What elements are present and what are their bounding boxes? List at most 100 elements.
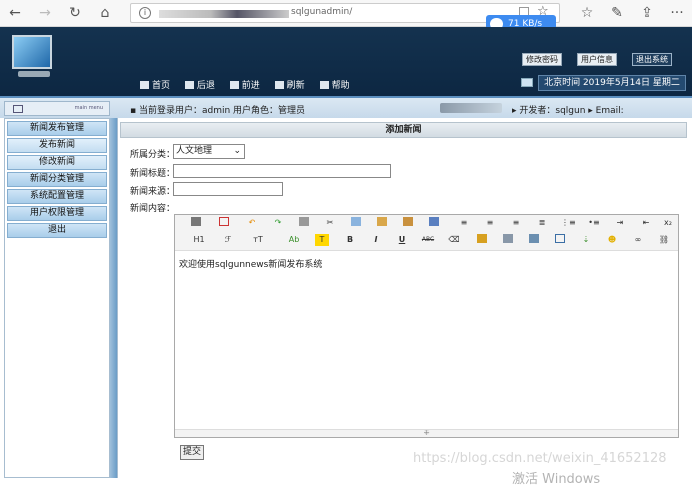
logout-label: 退出系统 bbox=[636, 55, 668, 64]
nav-refresh-label: 刷新 bbox=[286, 81, 305, 91]
sidebar-item-publish-news[interactable]: 发布新闻 bbox=[7, 138, 107, 153]
sidebar-item-category-manage[interactable]: 新闻分类管理 bbox=[7, 172, 107, 187]
forward-arrow-icon bbox=[229, 81, 239, 89]
paste-word-icon[interactable] bbox=[427, 217, 441, 229]
user-info-button[interactable]: 用户信息 bbox=[577, 53, 617, 66]
unordered-list-icon[interactable]: •≡ bbox=[587, 217, 601, 229]
align-right-icon[interactable]: ≡ bbox=[509, 217, 523, 229]
category-select[interactable]: 人文地理 ⌄ bbox=[173, 144, 245, 159]
sidebar: 新闻发布管理 发布新闻 修改新闻 新闻分类管理 系统配置管理 用户权限管理 退出 bbox=[4, 118, 110, 478]
sidebar-item-user-permission[interactable]: 用户权限管理 bbox=[7, 206, 107, 221]
highlight-icon[interactable]: T bbox=[315, 234, 329, 246]
sidebar-item-edit-news[interactable]: 修改新闻 bbox=[7, 155, 107, 170]
site-header: 修改密码 用户信息 退出系统 首页 后退 前进 刷新 帮助 北京时间 2019年… bbox=[0, 27, 692, 96]
monitor-logo-icon bbox=[12, 35, 52, 69]
more-icon[interactable]: ··· bbox=[668, 4, 686, 22]
nav-help[interactable]: 帮助 bbox=[319, 78, 350, 91]
source-input[interactable] bbox=[173, 182, 283, 196]
copy-icon[interactable] bbox=[349, 217, 363, 229]
nav-home[interactable]: 首页 bbox=[140, 78, 170, 91]
developer-text: 开发者：sqlgun bbox=[519, 106, 586, 116]
change-password-label: 修改密码 bbox=[526, 55, 558, 64]
nav-back-label: 后退 bbox=[196, 81, 215, 91]
eraser-icon[interactable]: ⌫ bbox=[447, 234, 461, 246]
fullscreen-icon[interactable] bbox=[217, 217, 231, 229]
menu-icon bbox=[13, 105, 23, 113]
form-title: 添加新闻 bbox=[120, 122, 687, 138]
nav-back[interactable]: 后退 bbox=[184, 78, 215, 91]
table-icon[interactable] bbox=[553, 234, 567, 246]
ordered-list-icon[interactable]: ⋮≡ bbox=[561, 217, 576, 229]
share-icon[interactable]: ⇪ bbox=[638, 4, 656, 22]
source-label: 新闻来源： bbox=[130, 187, 176, 197]
subscript-icon[interactable]: x₂ bbox=[661, 217, 675, 229]
submit-button[interactable]: 提交 bbox=[180, 445, 205, 460]
back-icon[interactable]: ← bbox=[6, 4, 24, 22]
info-bar: main menu ▪ 当前登录用户：admin 用户角色：管理员 ▸ 开发者：… bbox=[0, 96, 692, 118]
home-icon[interactable]: ⌂ bbox=[96, 4, 114, 22]
sidebar-item-system-config[interactable]: 系统配置管理 bbox=[7, 189, 107, 204]
clock-icon bbox=[521, 78, 533, 87]
text-color-button[interactable]: Ab bbox=[287, 234, 301, 246]
align-center-icon[interactable]: ≡ bbox=[483, 217, 497, 229]
category-value: 人文地理 bbox=[176, 146, 213, 156]
help-icon bbox=[319, 81, 329, 89]
hr-icon[interactable]: ⇣ bbox=[579, 234, 593, 246]
font-size-button[interactable]: тT bbox=[251, 234, 265, 246]
print-icon[interactable] bbox=[297, 217, 311, 229]
indent-icon[interactable]: ⇥ bbox=[613, 217, 627, 229]
sidebar-item-exit[interactable]: 退出 bbox=[7, 223, 107, 238]
refresh-icon bbox=[274, 81, 284, 89]
strikethrough-button[interactable]: ABC bbox=[421, 234, 435, 246]
pen-icon[interactable]: ✎ bbox=[608, 4, 626, 22]
change-password-button[interactable]: 修改密码 bbox=[522, 53, 562, 66]
source-icon[interactable] bbox=[189, 217, 203, 229]
justify-icon[interactable]: ≣ bbox=[535, 217, 549, 229]
heading-button[interactable]: H1 bbox=[189, 234, 209, 246]
undo-icon[interactable]: ↶ bbox=[245, 217, 259, 229]
login-info: ▪ 当前登录用户：admin 用户角色：管理员 bbox=[130, 106, 306, 116]
media-icon[interactable] bbox=[527, 234, 541, 246]
login-info-text: 当前登录用户：admin 用户角色：管理员 bbox=[138, 106, 306, 116]
home-icon bbox=[140, 81, 149, 89]
user-info-label: 用户信息 bbox=[581, 55, 613, 64]
underline-button[interactable]: U bbox=[395, 234, 409, 246]
editor-content[interactable]: 欢迎使用sqlgunnews新闻发布系统 bbox=[179, 257, 322, 270]
email-text: Email: bbox=[595, 106, 624, 116]
rich-text-editor[interactable]: ↶ ↷ ✂ ≡ ≡ ≡ ≣ ⋮≡ •≡ ⇥ ⇤ x₂ H1 ℱ тT Ab T … bbox=[174, 214, 679, 438]
favorites-bar-icon[interactable]: ☆ bbox=[578, 4, 596, 22]
title-input[interactable] bbox=[173, 164, 391, 178]
unlink-icon[interactable]: ⛓ bbox=[657, 234, 671, 246]
redo-icon[interactable]: ↷ bbox=[271, 217, 285, 229]
info-icon[interactable]: i bbox=[139, 7, 151, 19]
emoticon-icon[interactable]: ☻ bbox=[605, 234, 619, 246]
align-left-icon[interactable]: ≡ bbox=[457, 217, 471, 229]
url-blurred bbox=[159, 10, 289, 18]
forward-icon[interactable]: → bbox=[36, 4, 54, 22]
paste-icon[interactable] bbox=[375, 217, 389, 229]
datetime-display: 北京时间 2019年5月14日 星期二 bbox=[538, 75, 686, 91]
font-family-button[interactable]: ℱ bbox=[221, 234, 235, 246]
developer-avatar-blurred bbox=[440, 103, 502, 113]
nav-forward[interactable]: 前进 bbox=[229, 78, 260, 91]
paste-text-icon[interactable] bbox=[401, 217, 415, 229]
refresh-icon[interactable]: ↻ bbox=[66, 4, 84, 22]
image-icon[interactable] bbox=[475, 234, 489, 246]
sidebar-item-news-manage[interactable]: 新闻发布管理 bbox=[7, 121, 107, 136]
nav-bar: 首页 后退 前进 刷新 帮助 bbox=[140, 78, 362, 92]
outdent-icon[interactable]: ⇤ bbox=[639, 217, 653, 229]
link-icon[interactable]: ∞ bbox=[631, 234, 645, 246]
watermark-text: https://blog.csdn.net/weixin_41652128 bbox=[413, 451, 667, 466]
resize-handle[interactable]: ⁜ bbox=[175, 429, 678, 437]
title-label: 新闻标题： bbox=[130, 169, 176, 179]
logout-button[interactable]: 退出系统 bbox=[632, 53, 672, 66]
flash-icon[interactable] bbox=[501, 234, 515, 246]
category-label: 所属分类： bbox=[130, 150, 176, 160]
nav-home-label: 首页 bbox=[152, 81, 171, 91]
italic-button[interactable]: I bbox=[369, 234, 383, 246]
nav-refresh[interactable]: 刷新 bbox=[274, 78, 305, 91]
cut-icon[interactable]: ✂ bbox=[323, 217, 337, 229]
bold-button[interactable]: B bbox=[343, 234, 357, 246]
monitor-stand bbox=[18, 71, 50, 77]
url-text: sqlgunadmin/ bbox=[291, 7, 353, 17]
